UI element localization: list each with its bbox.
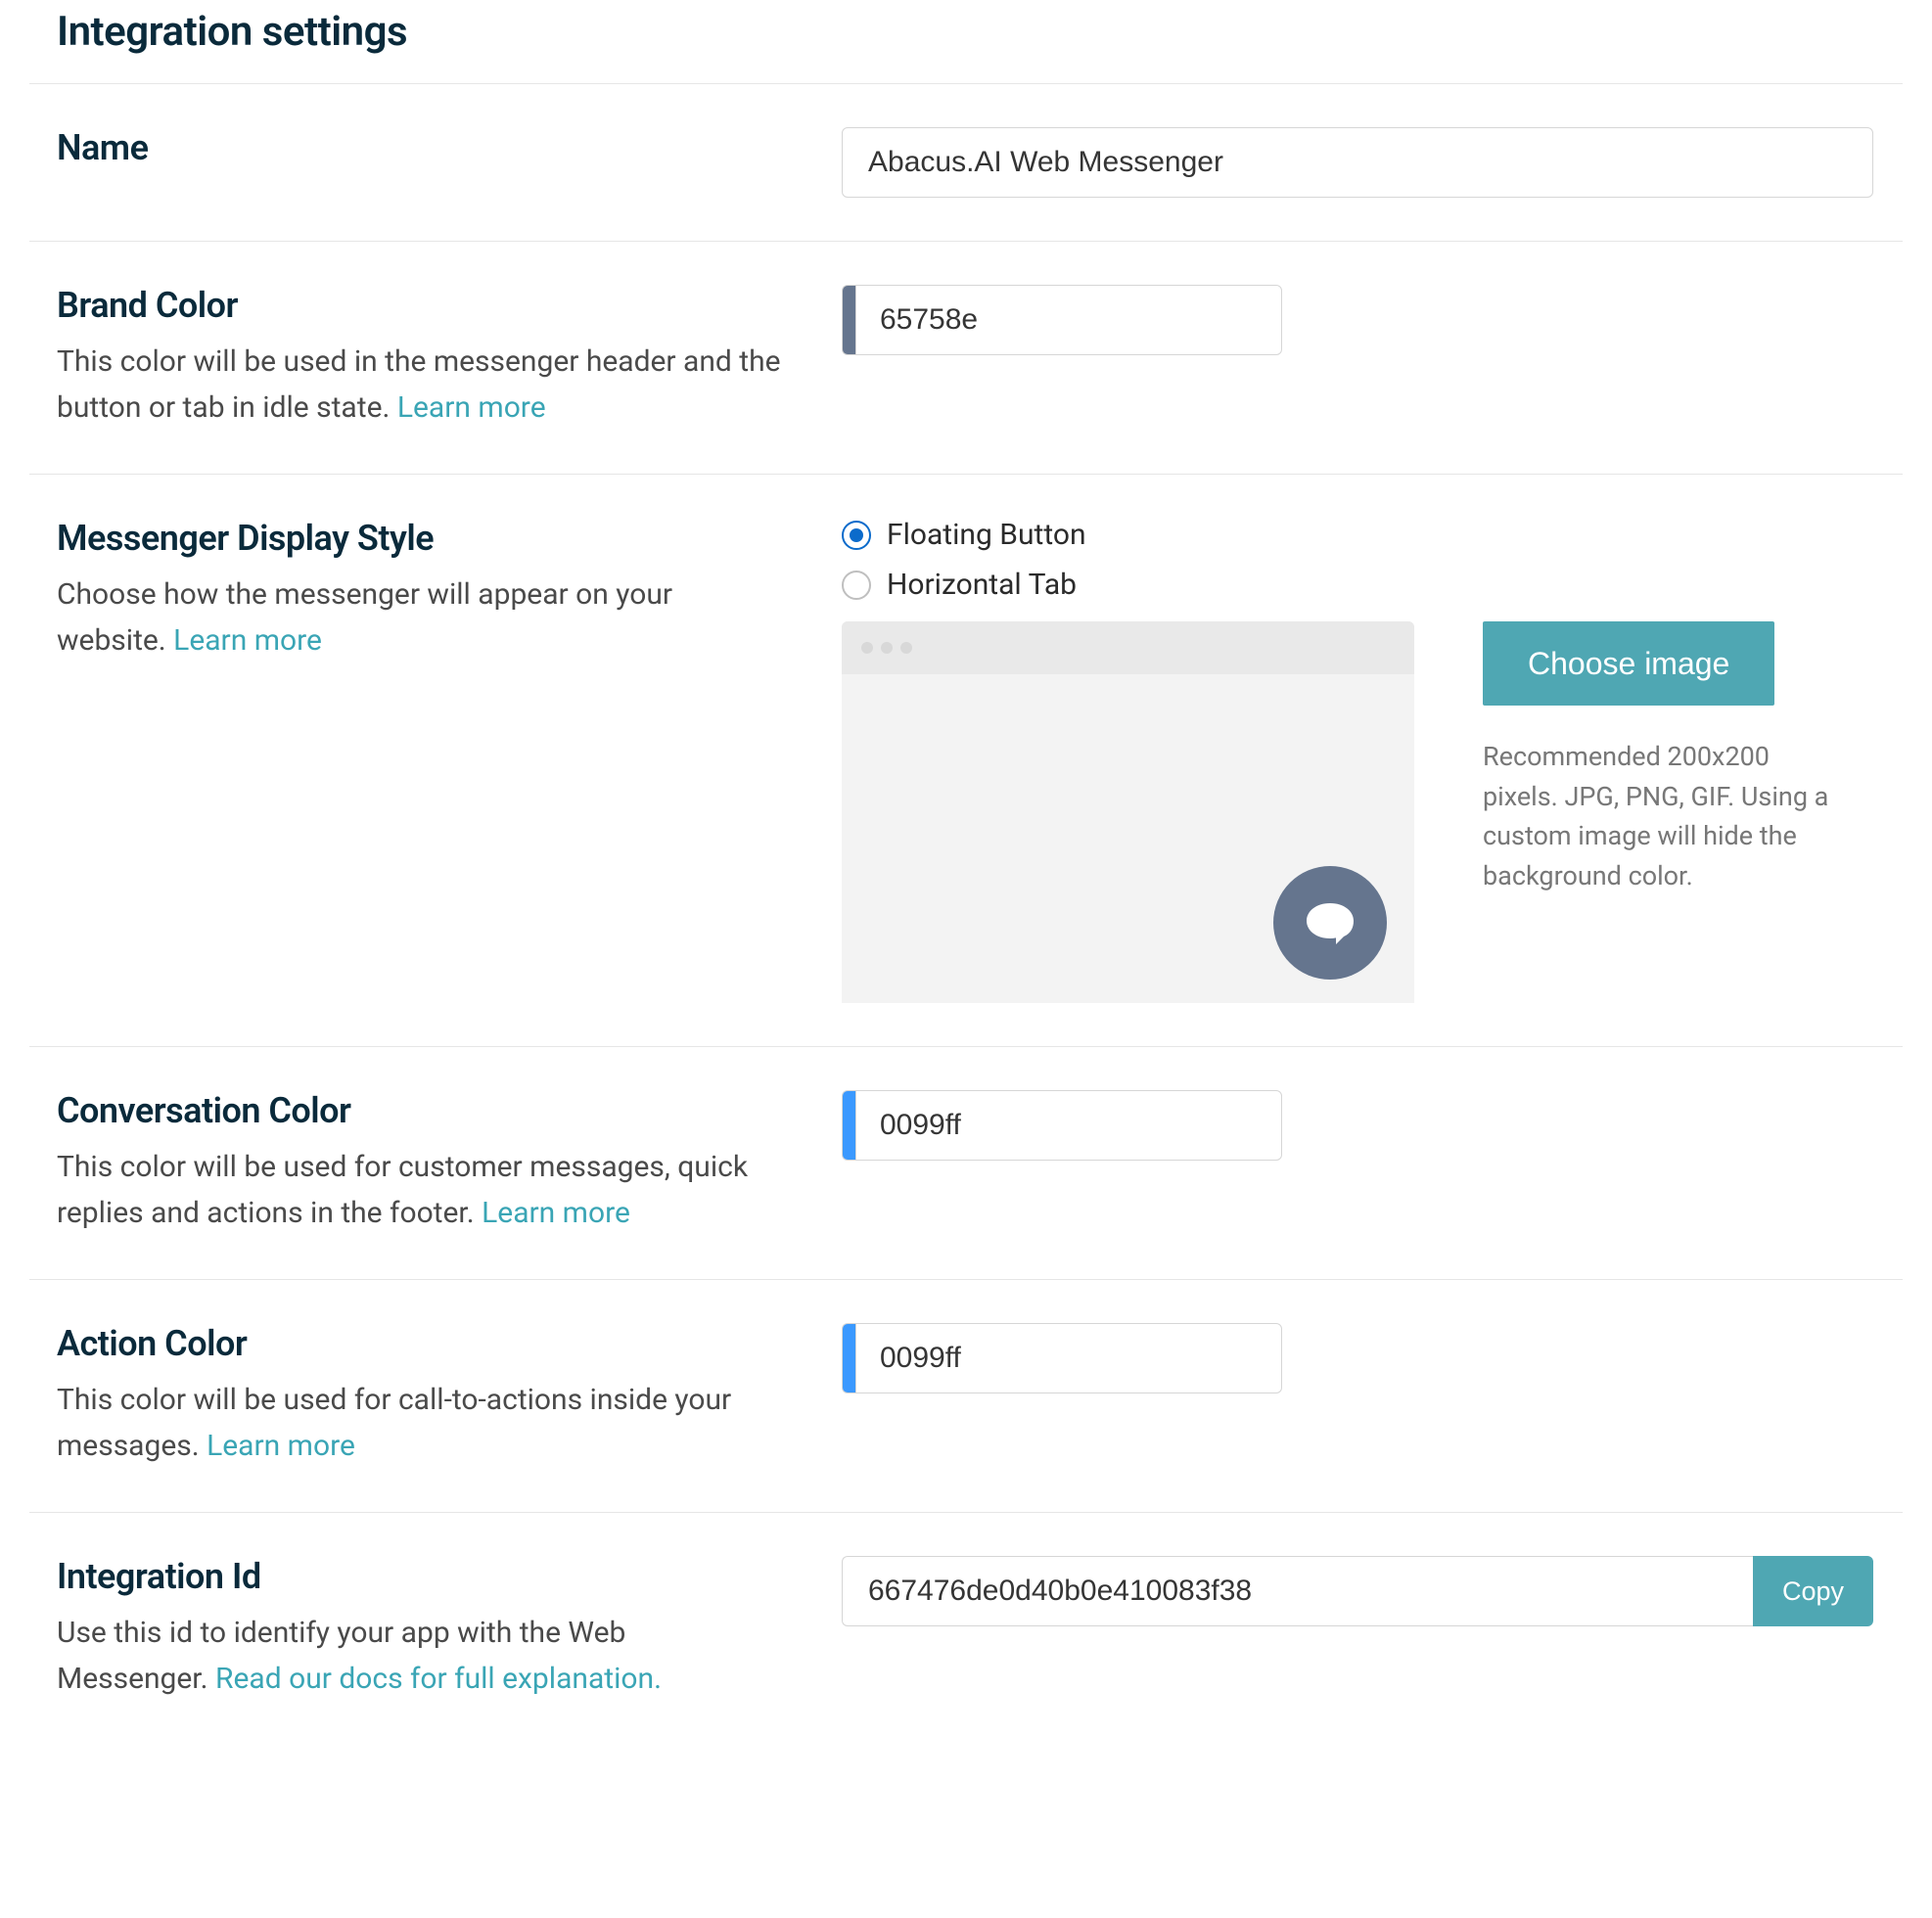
display-style-desc-text: Choose how the messenger will appear on … xyxy=(57,577,672,658)
conversation-color-swatch[interactable] xyxy=(842,1090,855,1161)
brand-color-swatch[interactable] xyxy=(842,285,855,355)
display-style-preview xyxy=(842,621,1414,1003)
radio-floating-button-label: Floating Button xyxy=(887,518,1086,552)
action-color-desc: This color will be used for call-to-acti… xyxy=(57,1378,781,1469)
conversation-color-desc-text: This color will be used for customer mes… xyxy=(57,1150,748,1230)
floating-chat-button-preview xyxy=(1273,866,1387,980)
integration-id-docs-link[interactable]: Read our docs for full explanation. xyxy=(215,1662,662,1696)
browser-dot-icon xyxy=(881,642,893,654)
section-brand-color: Brand Color This color will be used in t… xyxy=(29,241,1903,474)
action-color-learn-more-link[interactable]: Learn more xyxy=(207,1429,355,1463)
name-input[interactable] xyxy=(842,127,1873,198)
browser-bar xyxy=(842,621,1414,674)
copy-button[interactable]: Copy xyxy=(1753,1556,1873,1626)
browser-dot-icon xyxy=(861,642,873,654)
radio-floating-button-control[interactable] xyxy=(842,521,871,550)
action-color-label: Action Color xyxy=(57,1323,803,1364)
conversation-color-learn-more-link[interactable]: Learn more xyxy=(482,1196,630,1230)
conversation-color-field xyxy=(842,1090,1282,1161)
display-style-learn-more-link[interactable]: Learn more xyxy=(173,623,322,658)
choose-image-recommendation: Recommended 200x200 pixels. JPG, PNG, GI… xyxy=(1483,737,1845,895)
integration-id-desc: Use this id to identify your app with th… xyxy=(57,1611,781,1702)
brand-color-label: Brand Color xyxy=(57,285,803,326)
brand-color-input[interactable] xyxy=(855,285,1282,355)
radio-horizontal-tab[interactable]: Horizontal Tab xyxy=(842,568,1873,602)
section-name: Name xyxy=(29,83,1903,241)
section-action-color: Action Color This color will be used for… xyxy=(29,1279,1903,1512)
section-integration-id: Integration Id Use this id to identify y… xyxy=(29,1512,1903,1745)
brand-color-desc: This color will be used in the messenger… xyxy=(57,340,781,431)
action-color-input[interactable] xyxy=(855,1323,1282,1393)
integration-id-label: Integration Id xyxy=(57,1556,803,1597)
radio-horizontal-tab-label: Horizontal Tab xyxy=(887,568,1077,602)
chat-icon xyxy=(1305,901,1356,944)
display-style-desc: Choose how the messenger will appear on … xyxy=(57,572,781,663)
integration-id-input[interactable] xyxy=(842,1556,1753,1626)
radio-horizontal-tab-control[interactable] xyxy=(842,571,871,600)
action-color-field xyxy=(842,1323,1282,1393)
choose-image-button[interactable]: Choose image xyxy=(1483,621,1774,706)
browser-dot-icon xyxy=(900,642,912,654)
conversation-color-desc: This color will be used for customer mes… xyxy=(57,1145,781,1236)
action-color-swatch[interactable] xyxy=(842,1323,855,1393)
brand-color-field xyxy=(842,285,1282,355)
conversation-color-input[interactable] xyxy=(855,1090,1282,1161)
display-style-label: Messenger Display Style xyxy=(57,518,803,559)
section-conversation-color: Conversation Color This color will be us… xyxy=(29,1046,1903,1279)
page-title: Integration settings xyxy=(29,0,1903,83)
action-color-desc-text: This color will be used for call-to-acti… xyxy=(57,1383,731,1463)
section-display-style: Messenger Display Style Choose how the m… xyxy=(29,474,1903,1046)
radio-floating-button[interactable]: Floating Button xyxy=(842,518,1873,552)
name-label: Name xyxy=(57,127,803,168)
integration-id-field: Copy xyxy=(842,1556,1873,1626)
brand-color-learn-more-link[interactable]: Learn more xyxy=(397,390,546,425)
conversation-color-label: Conversation Color xyxy=(57,1090,803,1131)
